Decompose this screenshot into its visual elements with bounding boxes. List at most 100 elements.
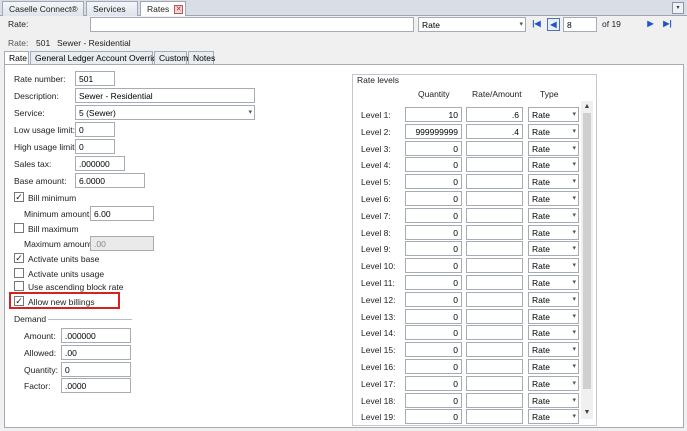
level-rate-field[interactable]: .6 — [466, 107, 523, 122]
last-record-icon[interactable]: ▶| — [661, 18, 674, 31]
ascending-block-rate-checkbox[interactable] — [14, 281, 24, 291]
level-quantity-field[interactable]: 0 — [405, 258, 462, 273]
demand-quantity-field[interactable]: 0 — [61, 362, 131, 377]
level-quantity-field[interactable]: 0 — [405, 409, 462, 424]
level-quantity-field[interactable]: 0 — [405, 376, 462, 391]
level-quantity-field[interactable]: 0 — [405, 241, 462, 256]
level-type-select[interactable]: Rate ▾ — [528, 359, 579, 374]
demand-amount-field[interactable]: .000000 — [61, 328, 131, 343]
record-number-input[interactable]: 8 — [563, 17, 597, 32]
chevron-down-icon[interactable]: ▾ — [672, 2, 684, 14]
base-amount-field[interactable]: 6.0000 — [75, 173, 145, 188]
level-rate-field[interactable] — [466, 258, 523, 273]
level-label: Level 10: — [361, 261, 396, 271]
sales-tax-field[interactable]: .000000 — [75, 156, 125, 171]
level-type-select[interactable]: Rate ▾ — [528, 275, 579, 290]
level-quantity-field[interactable]: 0 — [405, 309, 462, 324]
level-quantity-field[interactable]: 0 — [405, 393, 462, 408]
level-quantity-field[interactable]: 0 — [405, 157, 462, 172]
level-quantity-field[interactable]: 10 — [405, 107, 462, 122]
level-label: Level 19: — [361, 412, 396, 422]
high-usage-limit-field[interactable]: 0 — [75, 139, 115, 154]
tab-notes[interactable]: Notes — [188, 51, 215, 64]
low-usage-limit-field[interactable]: 0 — [75, 122, 115, 137]
level-quantity-field[interactable]: 0 — [405, 141, 462, 156]
level-type-select[interactable]: Rate ▾ — [528, 342, 579, 357]
scroll-up-icon[interactable]: ▲ — [581, 102, 593, 112]
activate-units-base-checkbox[interactable]: ✓ — [14, 253, 24, 263]
level-type-select[interactable]: Rate ▾ — [528, 174, 579, 189]
level-quantity-field[interactable]: 0 — [405, 225, 462, 240]
level-rate-field[interactable] — [466, 325, 523, 340]
demand-allowed-field[interactable]: .00 — [61, 345, 131, 360]
level-type-select[interactable]: Rate ▾ — [528, 258, 579, 273]
tab-caselle-connect[interactable]: Caselle Connect® — [2, 1, 84, 16]
base-amount-label: Base amount: — [14, 176, 67, 186]
level-type-select[interactable]: Rate ▾ — [528, 376, 579, 391]
next-record-icon[interactable]: ▶ — [644, 18, 657, 31]
level-quantity-field[interactable]: 0 — [405, 359, 462, 374]
demand-factor-field[interactable]: .0000 — [61, 378, 131, 393]
tab-rates[interactable]: Rates ✕ — [140, 1, 186, 17]
scroll-down-icon[interactable]: ▼ — [581, 408, 593, 418]
level-rate-field[interactable] — [466, 376, 523, 391]
level-rate-field[interactable] — [466, 342, 523, 357]
level-type-select[interactable]: Rate ▾ — [528, 309, 579, 324]
scrollbar-thumb[interactable] — [583, 113, 591, 389]
rate-type-select[interactable]: Rate ▾ — [418, 17, 526, 32]
close-icon[interactable]: ✕ — [174, 5, 184, 15]
tab-rate[interactable]: Rate — [4, 51, 29, 65]
level-rate-field[interactable] — [466, 292, 523, 307]
level-type-select[interactable]: Rate ▾ — [528, 124, 579, 139]
tab-custom[interactable]: Custom — [154, 51, 188, 64]
level-rate-field[interactable] — [466, 409, 523, 424]
level-quantity-field[interactable]: 0 — [405, 275, 462, 290]
level-quantity-field[interactable]: 0 — [405, 191, 462, 206]
level-type-select[interactable]: Rate ▾ — [528, 208, 579, 223]
first-record-icon[interactable]: |◀ — [530, 18, 543, 31]
service-select[interactable]: 5 (Sewer) ▾ — [75, 105, 255, 120]
bill-maximum-checkbox[interactable] — [14, 223, 24, 233]
bill-maximum-label: Bill maximum — [28, 224, 79, 234]
demand-quantity-label: Quantity: — [24, 365, 59, 375]
rate-search-input[interactable] — [90, 17, 414, 32]
quantity-header: Quantity — [418, 89, 450, 99]
tab-gl-account-override[interactable]: General Ledger Account Override — [30, 51, 162, 64]
level-type-select[interactable]: Rate ▾ — [528, 225, 579, 240]
level-quantity-field[interactable]: 0 — [405, 292, 462, 307]
tab-services[interactable]: Services — [86, 1, 138, 16]
level-type-select[interactable]: Rate ▾ — [528, 241, 579, 256]
level-rate-field[interactable] — [466, 241, 523, 256]
level-quantity-field[interactable]: 999999999 — [405, 124, 462, 139]
level-rate-field[interactable] — [466, 157, 523, 172]
level-quantity-field[interactable]: 0 — [405, 174, 462, 189]
level-rate-field[interactable] — [466, 208, 523, 223]
minimum-amount-field[interactable]: 6.00 — [90, 206, 154, 221]
level-type-select[interactable]: Rate ▾ — [528, 141, 579, 156]
rate-number-field[interactable]: 501 — [75, 71, 115, 86]
level-rate-field[interactable] — [466, 225, 523, 240]
level-rate-field[interactable] — [466, 309, 523, 324]
activate-units-usage-checkbox[interactable] — [14, 268, 24, 278]
level-type-select[interactable]: Rate ▾ — [528, 157, 579, 172]
level-rate-field[interactable]: .4 — [466, 124, 523, 139]
level-rate-field[interactable] — [466, 141, 523, 156]
level-rate-field[interactable] — [466, 191, 523, 206]
bill-minimum-checkbox[interactable]: ✓ — [14, 192, 24, 202]
level-rate-field[interactable] — [466, 359, 523, 374]
level-type-select[interactable]: Rate ▾ — [528, 393, 579, 408]
level-rate-field[interactable] — [466, 393, 523, 408]
previous-record-icon[interactable]: ◀ — [547, 18, 560, 31]
level-type-select[interactable]: Rate ▾ — [528, 191, 579, 206]
level-label: Level 8: — [361, 228, 391, 238]
description-field[interactable]: Sewer - Residential — [75, 88, 255, 103]
level-type-select[interactable]: Rate ▾ — [528, 292, 579, 307]
level-type-select[interactable]: Rate ▾ — [528, 409, 579, 424]
level-type-select[interactable]: Rate ▾ — [528, 107, 579, 122]
level-type-select[interactable]: Rate ▾ — [528, 325, 579, 340]
level-quantity-field[interactable]: 0 — [405, 208, 462, 223]
level-quantity-field[interactable]: 0 — [405, 342, 462, 357]
level-quantity-field[interactable]: 0 — [405, 325, 462, 340]
level-rate-field[interactable] — [466, 275, 523, 290]
level-rate-field[interactable] — [466, 174, 523, 189]
